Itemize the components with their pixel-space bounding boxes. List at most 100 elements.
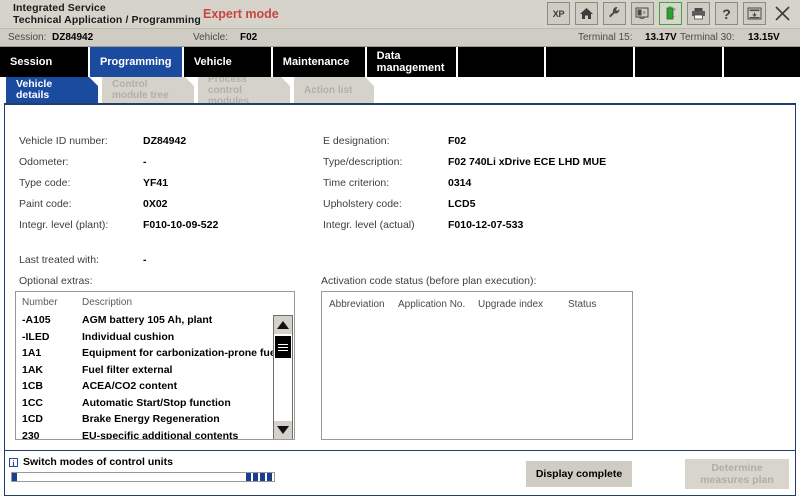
optional-extras-scrollbar[interactable] [273, 315, 293, 440]
home-icon[interactable] [575, 2, 598, 25]
progress-block [260, 473, 265, 481]
diagnostics-icon[interactable]: x [631, 2, 654, 25]
vehicle-value: F02 [240, 32, 257, 43]
field-upholstery-code-value: LCD5 [448, 198, 475, 210]
row-description: Brake Energy Regeneration [82, 413, 220, 425]
terminal15-value: 13.17V [645, 32, 677, 43]
toolbar: XP x + - [547, 2, 794, 25]
field-type-code-value: YF41 [143, 177, 168, 189]
optional-extras-title: Optional extras: [19, 275, 93, 287]
terminal15-label: Terminal 15: [578, 32, 632, 43]
scroll-down-icon[interactable] [274, 421, 292, 439]
progress-block [246, 473, 251, 481]
session-bar: Session: DZ84942 Vehicle: F02 Terminal 1… [0, 29, 800, 47]
table-row[interactable]: -ILED Individual cushion [16, 329, 294, 346]
row-description: EU-specific additional contents [82, 430, 238, 440]
tab-empty-2 [546, 47, 633, 77]
row-number: -A105 [16, 314, 82, 326]
field-vehicle-id: Vehicle ID number:DZ84942 [19, 135, 186, 147]
field-integr-level-plant-value: F010-10-09-522 [143, 219, 218, 231]
optional-extras-list[interactable]: Number Description -A105 AGM battery 105… [15, 291, 295, 440]
session-label: Session: [8, 32, 46, 43]
field-odometer: Odometer:- [19, 156, 147, 168]
tab-maintenance-label: Maintenance [283, 56, 350, 68]
export-icon[interactable] [743, 2, 766, 25]
battery-icon[interactable]: + - [659, 2, 682, 25]
info-icon: i [9, 458, 18, 467]
status-message: i Switch modes of control units [9, 456, 173, 468]
progress-blocks [246, 473, 272, 481]
tab-vehicle[interactable]: Vehicle [184, 47, 271, 77]
xp-button[interactable]: XP [547, 2, 570, 25]
close-icon[interactable] [771, 2, 794, 25]
progress-bar [11, 472, 275, 482]
field-e-designation-value: F02 [448, 135, 466, 147]
status-message-text: Switch modes of control units [23, 456, 173, 468]
field-upholstery-code: Upholstery code:LCD5 [323, 198, 475, 210]
activation-code-table[interactable]: Abbreviation Application No. Upgrade ind… [321, 291, 633, 440]
row-description: Automatic Start/Stop function [82, 397, 231, 409]
app-title: Integrated Service Technical Application… [13, 2, 201, 26]
scrollbar-thumb[interactable] [275, 336, 291, 358]
subtab-control-module-tree-label: Control module tree [112, 79, 182, 101]
display-complete-button[interactable]: Display complete [526, 461, 632, 487]
tab-programming-label: Programming [100, 56, 172, 68]
vehicle-details-panel: Vehicle ID number:DZ84942 Odometer:- Typ… [4, 103, 796, 451]
wrench-icon[interactable] [603, 2, 626, 25]
field-paint-code-value: 0X02 [143, 198, 168, 210]
field-vehicle-id-label: Vehicle ID number: [19, 135, 143, 147]
field-paint-code: Paint code:0X02 [19, 198, 168, 210]
field-e-designation-label: E designation: [323, 135, 448, 147]
tab-data-management-label: Data management [377, 50, 456, 74]
tab-empty-4 [724, 47, 800, 77]
activation-code-header: Abbreviation Application No. Upgrade ind… [322, 292, 632, 310]
tab-vehicle-label: Vehicle [194, 56, 232, 68]
table-row[interactable]: 1CC Automatic Start/Stop function [16, 395, 294, 412]
printer-icon[interactable] [687, 2, 710, 25]
svg-text:-: - [673, 14, 675, 19]
session-value: DZ84942 [52, 32, 93, 43]
scroll-up-icon[interactable] [274, 316, 292, 334]
table-row[interactable]: 1CD Brake Energy Regeneration [16, 411, 294, 428]
row-description: ACEA/CO2 content [82, 380, 177, 392]
field-type-description-label: Type/description: [323, 156, 448, 168]
activation-code-title: Activation code status (before plan exec… [321, 275, 536, 287]
app-title-line2: Technical Application / Programming [13, 14, 201, 26]
field-type-description-value: F02 740Li xDrive ECE LHD MUE [448, 156, 606, 168]
field-type-code-label: Type code: [19, 177, 143, 189]
table-row[interactable]: -A105 AGM battery 105 Ah, plant [16, 312, 294, 329]
tab-session[interactable]: Session [0, 47, 88, 77]
column-header-abbreviation: Abbreviation [322, 299, 398, 310]
svg-text:+: + [673, 7, 676, 12]
status-bar: i Switch modes of control units Display … [4, 451, 796, 496]
optional-extras-header: Number Description [16, 292, 294, 312]
subtab-process-control-modules-label: Process control modules [208, 74, 278, 107]
table-row[interactable]: 1AK Fuel filter external [16, 362, 294, 379]
table-row[interactable]: 230 EU-specific additional contents [16, 428, 294, 441]
tab-session-label: Session [10, 56, 52, 68]
tab-empty-1 [458, 47, 545, 77]
subtab-vehicle-details[interactable]: Vehicle details [6, 77, 98, 103]
terminal30-label: Terminal 30: [680, 32, 734, 43]
field-time-criterion-value: 0314 [448, 177, 471, 189]
field-integr-level-actual-label: Integr. level (actual) [323, 219, 448, 231]
row-description: Equipment for carbonization-prone fuel [82, 347, 279, 359]
column-header-number: Number [16, 297, 82, 308]
tab-programming[interactable]: Programming [90, 47, 182, 77]
column-header-status: Status [568, 299, 628, 310]
column-header-application-no: Application No. [398, 299, 478, 310]
determine-measures-plan-button: Determine measures plan [685, 459, 789, 489]
field-type-code: Type code:YF41 [19, 177, 168, 189]
help-icon[interactable]: ? [715, 2, 738, 25]
field-upholstery-code-label: Upholstery code: [323, 198, 448, 210]
svg-text:x: x [643, 10, 646, 16]
field-last-treated-value: - [143, 254, 147, 266]
table-row[interactable]: 1A1 Equipment for carbonization-prone fu… [16, 345, 294, 362]
field-last-treated: Last treated with:- [19, 254, 147, 266]
tab-maintenance[interactable]: Maintenance [273, 47, 365, 77]
title-bar: Integrated Service Technical Application… [0, 0, 800, 29]
table-row[interactable]: 1CB ACEA/CO2 content [16, 378, 294, 395]
field-last-treated-label: Last treated with: [19, 254, 143, 266]
subtab-action-list: Action list [294, 77, 374, 103]
tab-data-management[interactable]: Data management [367, 47, 456, 77]
